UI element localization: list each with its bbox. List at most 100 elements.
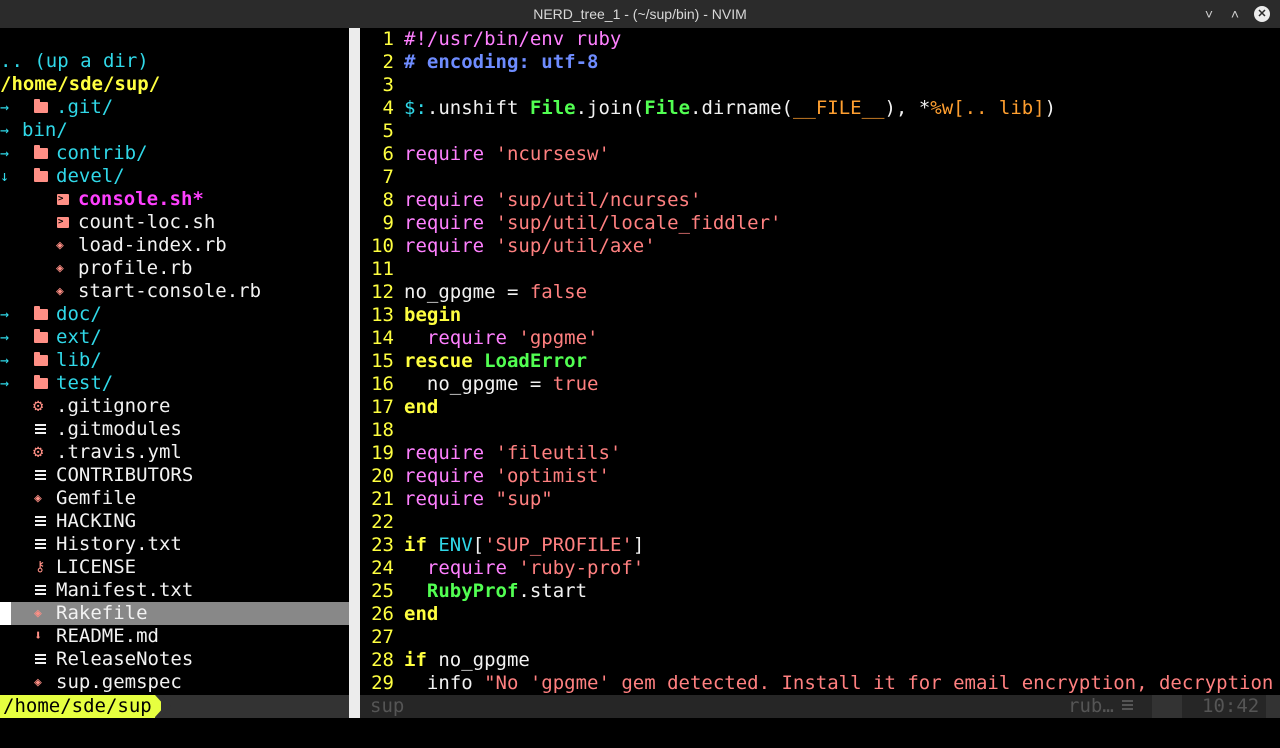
maximize-icon[interactable]: ˄	[1226, 5, 1244, 23]
folder-icon	[32, 372, 50, 395]
code-line[interactable]: 18	[360, 419, 404, 442]
code-line[interactable]: 23 if ENV['SUP_PROFILE']	[360, 534, 644, 557]
code-line[interactable]: 16 no_gpgme = true	[360, 373, 598, 396]
code-line[interactable]: 12 no_gpgme = false	[360, 281, 587, 304]
tree-file-item[interactable]: ⬇ README.md	[0, 625, 349, 648]
tree-item-label: .travis.yml	[56, 441, 182, 463]
folder-icon	[32, 326, 50, 349]
tree-file-item[interactable]: ◈ Rakefile	[0, 602, 349, 625]
terminal-icon	[54, 188, 72, 211]
code-token: ENV	[438, 534, 473, 556]
code-token: .dirname(	[690, 97, 793, 119]
code-line[interactable]: 5	[360, 120, 404, 143]
split-divider[interactable]	[349, 28, 360, 718]
collapsed-arrow-icon[interactable]: →	[0, 372, 14, 395]
tree-file-item[interactable]: ⚙ .travis.yml	[0, 441, 349, 464]
code-line[interactable]: 19 require 'fileutils'	[360, 442, 621, 465]
code-line[interactable]: 26 end	[360, 603, 438, 626]
code-token: 'ncursesw'	[495, 143, 610, 165]
tree-file-item[interactable]: ◈ Gemfile	[0, 487, 349, 510]
editor-buffer[interactable]: 1 #!/usr/bin/env ruby 2 # encoding: utf-8 3 4…	[360, 28, 1280, 695]
code-token: begin	[404, 304, 462, 326]
tree-file-item[interactable]: ReleaseNotes	[0, 648, 349, 671]
text-file-icon	[32, 533, 50, 556]
tree-root[interactable]: /home/sde/sup/	[0, 73, 160, 96]
tree-dir-item[interactable]: → .git/	[0, 96, 349, 119]
nerdtree-panel[interactable]: .. (up a dir) /home/sde/sup/ → .git/ → bin/…	[0, 28, 349, 695]
code-line[interactable]: 6 require 'ncursesw'	[360, 143, 610, 166]
terminal-area[interactable]: .. (up a dir) /home/sde/sup/ → .git/ → bin/…	[0, 28, 1280, 748]
code-token: 'optimist'	[495, 465, 610, 487]
tree-file-item[interactable]: ⚷ LICENSE	[0, 556, 349, 579]
tree-file-item[interactable]: console.sh*	[0, 188, 349, 211]
tree-file-item[interactable]: ◈ sup.gemspec	[0, 671, 349, 694]
line-number: 19	[371, 442, 394, 464]
code-line[interactable]: 25 RubyProf.start	[360, 580, 587, 603]
collapsed-arrow-icon[interactable]: →	[0, 326, 14, 349]
tree-file-item[interactable]: count-loc.sh	[0, 211, 349, 234]
code-line[interactable]: 22	[360, 511, 404, 534]
expanded-arrow-icon[interactable]: ↓	[0, 165, 14, 188]
code-line[interactable]: 10 require 'sup/util/axe'	[360, 235, 656, 258]
tree-file-item[interactable]: ◈ start-console.rb	[0, 280, 349, 303]
close-icon[interactable]: ✕	[1254, 6, 1270, 22]
code-token: [	[472, 534, 485, 556]
code-line[interactable]: 2 # encoding: utf-8	[360, 51, 599, 74]
collapsed-arrow-icon[interactable]: →	[0, 96, 14, 119]
tree-dir-item[interactable]: → lib/	[0, 349, 349, 372]
tree-dir-item[interactable]: → ext/	[0, 326, 349, 349]
code-token: end	[404, 603, 439, 625]
tree-up-dir[interactable]: .. (up a dir)	[0, 50, 149, 73]
tree-item-label: devel/	[56, 165, 125, 187]
line-number: 9	[382, 212, 394, 234]
tree-item-label: console.sh*	[78, 188, 204, 210]
tree-dir-item[interactable]: → bin/	[0, 119, 349, 142]
tree-item-label: bin/	[22, 119, 68, 141]
line-number: 2	[382, 51, 394, 73]
tree-file-item[interactable]: ◈ profile.rb	[0, 257, 349, 280]
tree-file-item[interactable]: .gitmodules	[0, 418, 349, 441]
code-line[interactable]: 8 require 'sup/util/ncurses'	[360, 189, 702, 212]
tree-dir-item[interactable]: → doc/	[0, 303, 349, 326]
code-token: 'SUP_PROFILE'	[484, 534, 633, 556]
code-line[interactable]: 9 require 'sup/util/locale_fiddler'	[360, 212, 782, 235]
tree-file-item[interactable]: ⚙ .gitignore	[0, 395, 349, 418]
tree-file-item[interactable]: Manifest.txt	[0, 579, 349, 602]
code-line[interactable]: 3	[360, 74, 404, 97]
tree-dir-item[interactable]: → contrib/	[0, 142, 349, 165]
code-line[interactable]: 28 if no_gpgme	[360, 649, 530, 672]
tree-dir-item[interactable]: ↓ devel/	[0, 165, 349, 188]
code-line[interactable]: 7	[360, 166, 404, 189]
code-line[interactable]: 24 require 'ruby-prof'	[360, 557, 644, 580]
tree-file-item[interactable]: ◈ load-index.rb	[0, 234, 349, 257]
code-line[interactable]: 29 info "No 'gpgme' gem detected. Instal…	[360, 672, 1280, 695]
code-line[interactable]: 13 begin	[360, 304, 461, 327]
collapsed-arrow-icon[interactable]: →	[0, 349, 14, 372]
code-line[interactable]: 20 require 'optimist'	[360, 465, 610, 488]
code-line[interactable]: 4 $:.unshift File.join(File.dirname(__FIL…	[360, 97, 1057, 120]
collapsed-arrow-icon[interactable]: →	[0, 142, 14, 165]
collapsed-arrow-icon[interactable]: →	[0, 119, 14, 142]
code-line[interactable]: 14 require 'gpgme'	[360, 327, 598, 350]
code-line[interactable]: 1 #!/usr/bin/env ruby	[360, 28, 622, 51]
tree-item-label: load-index.rb	[78, 234, 227, 256]
collapsed-arrow-icon[interactable]: →	[0, 303, 14, 326]
tree-file-item[interactable]: CONTRIBUTORS	[0, 464, 349, 487]
code-line[interactable]: 15 rescue LoadError	[360, 350, 587, 373]
code-token: ),	[884, 97, 919, 119]
code-token: .join(	[575, 97, 645, 119]
code-token: .unshift	[426, 97, 530, 119]
code-token: #!/usr/bin/env ruby	[404, 28, 622, 50]
code-line[interactable]: 11	[360, 258, 404, 281]
code-line[interactable]: 21 require "sup"	[360, 488, 553, 511]
minimize-icon[interactable]: ˅	[1200, 5, 1218, 23]
code-token: no_gpgme	[438, 649, 530, 671]
tree-item-label: .gitmodules	[56, 418, 182, 440]
folder-icon	[32, 96, 50, 119]
tree-file-item[interactable]: HACKING	[0, 510, 349, 533]
line-number: 3	[382, 74, 394, 96]
code-line[interactable]: 17 end	[360, 396, 438, 419]
tree-file-item[interactable]: History.txt	[0, 533, 349, 556]
code-line[interactable]: 27	[360, 626, 404, 649]
tree-dir-item[interactable]: → test/	[0, 372, 349, 395]
